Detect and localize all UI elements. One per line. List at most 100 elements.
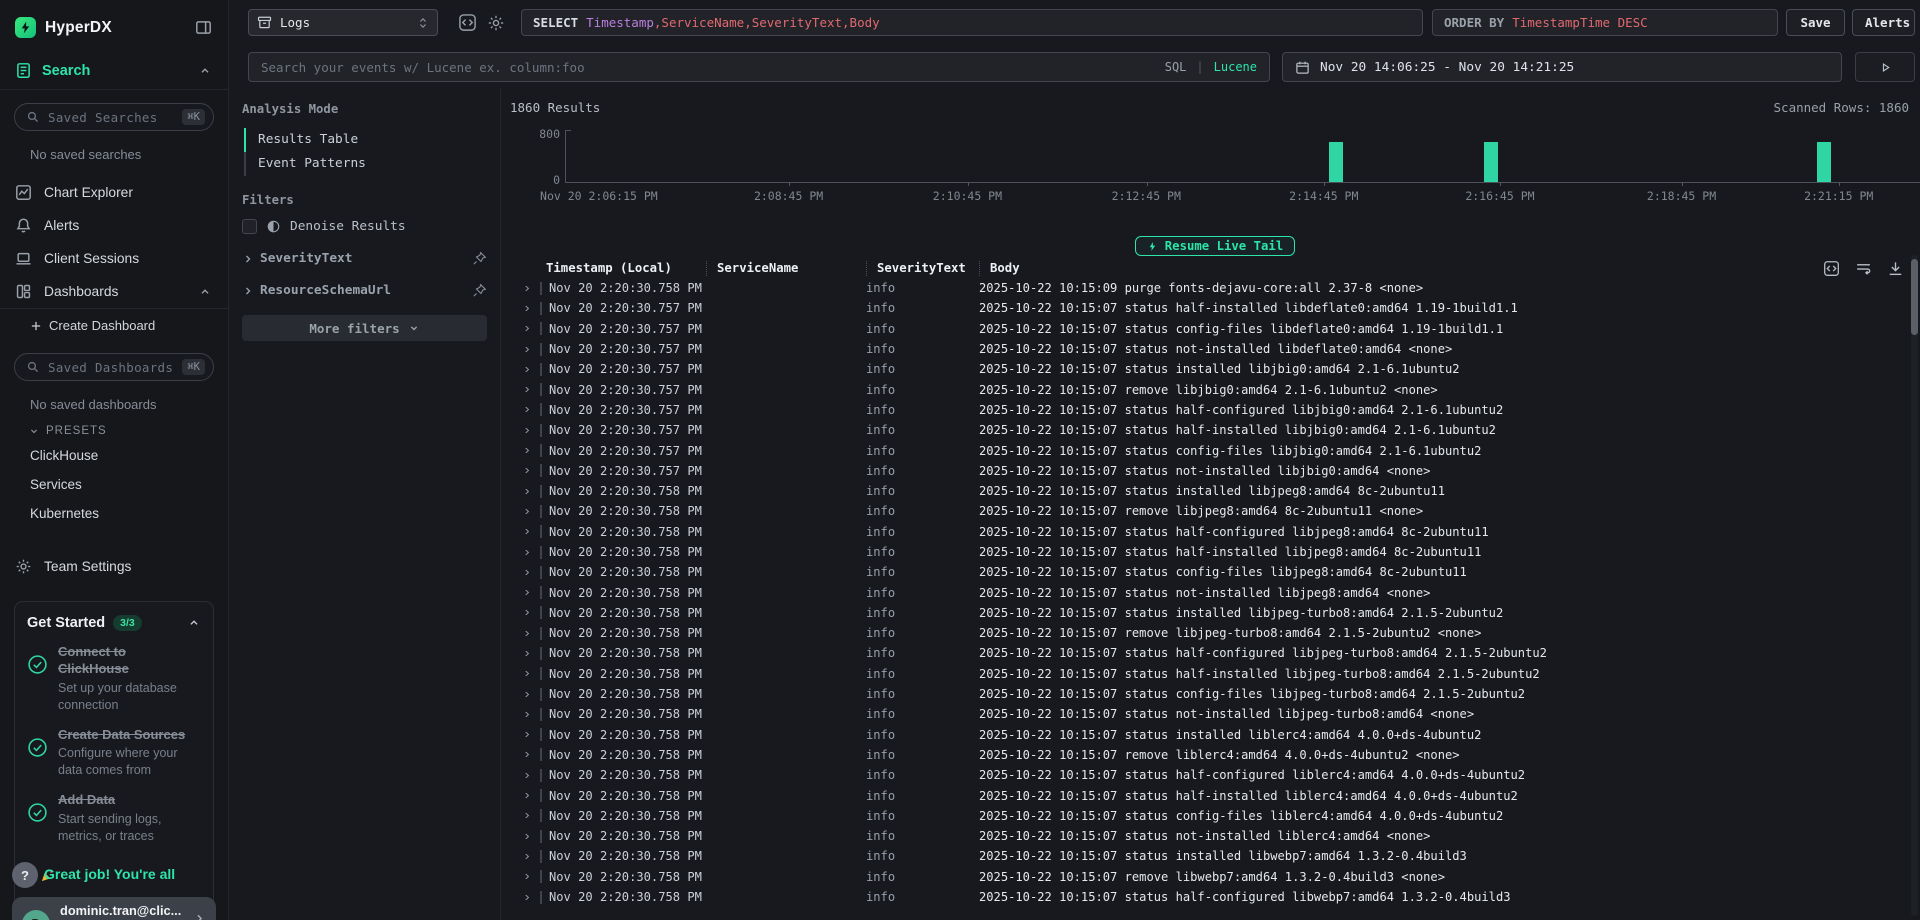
table-row[interactable]: Nov 20 2:20:30.758 PM info 2025-10-22 10… — [510, 846, 1920, 866]
source-select[interactable]: Logs — [248, 9, 438, 36]
row-expand-icon[interactable] — [521, 407, 528, 412]
row-expand-icon[interactable] — [521, 834, 528, 839]
row-expand-icon[interactable] — [521, 874, 528, 879]
table-row[interactable]: Nov 20 2:20:30.758 PM info 2025-10-22 10… — [510, 806, 1920, 826]
row-expand-icon[interactable] — [521, 732, 528, 737]
table-row[interactable]: Nov 20 2:20:30.758 PM info 2025-10-22 10… — [510, 562, 1920, 582]
table-row[interactable]: Nov 20 2:20:30.758 PM info 2025-10-22 10… — [510, 785, 1920, 805]
histogram-bar[interactable] — [1329, 142, 1343, 182]
chevron-up-icon[interactable] — [198, 64, 212, 78]
row-expand-icon[interactable] — [521, 306, 528, 311]
sidebar-item-client-sessions[interactable]: Client Sessions — [0, 242, 228, 275]
get-started-task[interactable]: Add Data Start sending logs, metrics, or… — [27, 792, 201, 845]
table-scrollbar[interactable] — [1911, 255, 1918, 916]
row-expand-icon[interactable] — [521, 347, 528, 352]
row-expand-icon[interactable] — [521, 854, 528, 859]
table-row[interactable]: Nov 20 2:20:30.758 PM info 2025-10-22 10… — [510, 501, 1920, 521]
table-row[interactable]: Nov 20 2:20:30.757 PM info 2025-10-22 10… — [510, 339, 1920, 359]
filter-group-severitytext[interactable]: SeverityText — [242, 251, 487, 266]
table-row[interactable]: Nov 20 2:20:30.757 PM info 2025-10-22 10… — [510, 319, 1920, 339]
wrap-lines-button[interactable] — [1853, 258, 1874, 279]
table-row[interactable]: Nov 20 2:20:30.757 PM info 2025-10-22 10… — [510, 298, 1920, 318]
row-expand-icon[interactable] — [521, 793, 528, 798]
table-row[interactable]: Nov 20 2:20:30.758 PM info 2025-10-22 10… — [510, 522, 1920, 542]
table-row[interactable]: Nov 20 2:20:30.758 PM info 2025-10-22 10… — [510, 278, 1920, 298]
user-account-button[interactable]: D dominic.tran@clic... dominic.tran@clic… — [12, 897, 216, 920]
table-row[interactable]: Nov 20 2:20:30.758 PM info 2025-10-22 10… — [510, 664, 1920, 684]
table-row[interactable]: Nov 20 2:20:30.758 PM info 2025-10-22 10… — [510, 745, 1920, 765]
table-row[interactable]: Nov 20 2:20:30.758 PM info 2025-10-22 10… — [510, 623, 1920, 643]
row-expand-icon[interactable] — [521, 813, 528, 818]
filter-group-resourceschemaurl[interactable]: ResourceSchemaUrl — [242, 283, 487, 298]
sql-mode-button[interactable] — [456, 12, 478, 34]
get-started-task[interactable]: Create Data Sources Configure where your… — [27, 727, 201, 780]
row-expand-icon[interactable] — [521, 692, 528, 697]
saved-dashboards-input[interactable]: Saved Dashboards ⌘K — [14, 353, 214, 381]
row-expand-icon[interactable] — [521, 773, 528, 778]
denoise-checkbox[interactable] — [242, 219, 257, 234]
row-expand-icon[interactable] — [521, 610, 528, 615]
row-expand-icon[interactable] — [521, 387, 528, 392]
get-started-task[interactable]: Connect to ClickHouse Set up your databa… — [27, 644, 201, 714]
analysis-mode-option[interactable]: Results Table — [244, 128, 487, 152]
row-expand-icon[interactable] — [521, 286, 528, 291]
chevron-up-icon[interactable] — [198, 285, 212, 299]
table-row[interactable]: Nov 20 2:20:30.758 PM info 2025-10-22 10… — [510, 826, 1920, 846]
resume-live-tail-button[interactable]: Resume Live Tail — [1135, 236, 1295, 256]
analysis-mode-option[interactable]: Event Patterns — [244, 152, 487, 176]
select-columns-input[interactable]: SELECT Timestamp ,ServiceName,SeverityTe… — [521, 9, 1423, 36]
table-row[interactable]: Nov 20 2:20:30.758 PM info 2025-10-22 10… — [510, 684, 1920, 704]
preset-dashboard-link[interactable]: Kubernetes — [0, 499, 228, 528]
table-row[interactable]: Nov 20 2:20:30.757 PM info 2025-10-22 10… — [510, 359, 1920, 379]
table-row[interactable]: Nov 20 2:20:30.758 PM info 2025-10-22 10… — [510, 765, 1920, 785]
sidebar-item-search[interactable]: Search — [0, 38, 228, 89]
row-expand-icon[interactable] — [521, 529, 528, 534]
table-row[interactable]: Nov 20 2:20:30.757 PM info 2025-10-22 10… — [510, 440, 1920, 460]
table-row[interactable]: Nov 20 2:20:30.758 PM info 2025-10-22 10… — [510, 907, 1920, 910]
table-row[interactable]: Nov 20 2:20:30.758 PM info 2025-10-22 10… — [510, 725, 1920, 745]
sidebar-item-dashboards[interactable]: Dashboards — [0, 275, 228, 308]
row-expand-icon[interactable] — [521, 326, 528, 331]
pin-icon[interactable] — [472, 283, 487, 298]
column-header-servicename[interactable]: ServiceName — [706, 261, 866, 276]
source-settings-button[interactable] — [485, 12, 507, 34]
row-expand-icon[interactable] — [521, 712, 528, 717]
table-row[interactable]: Nov 20 2:20:30.758 PM info 2025-10-22 10… — [510, 481, 1920, 501]
row-expand-icon[interactable] — [521, 509, 528, 514]
table-row[interactable]: Nov 20 2:20:30.758 PM info 2025-10-22 10… — [510, 542, 1920, 562]
row-expand-icon[interactable] — [521, 550, 528, 555]
row-expand-icon[interactable] — [521, 468, 528, 473]
table-row[interactable]: Nov 20 2:20:30.757 PM info 2025-10-22 10… — [510, 461, 1920, 481]
table-row[interactable]: Nov 20 2:20:30.757 PM info 2025-10-22 10… — [510, 400, 1920, 420]
presets-toggle[interactable]: PRESETS — [0, 412, 228, 441]
lucene-mode-toggle[interactable]: Lucene — [1214, 60, 1257, 74]
table-row[interactable]: Nov 20 2:20:30.758 PM info 2025-10-22 10… — [510, 887, 1920, 907]
row-expand-icon[interactable] — [521, 671, 528, 676]
sidebar-item-team-settings[interactable]: Team Settings — [0, 550, 228, 583]
save-button[interactable]: Save — [1786, 9, 1845, 36]
denoise-results-toggle[interactable]: Denoise Results — [242, 219, 487, 234]
sidebar-item-chart-explorer[interactable]: Chart Explorer — [0, 176, 228, 209]
saved-searches-input[interactable]: Saved Searches ⌘K — [14, 103, 214, 131]
results-histogram[interactable]: 800 0 — [510, 127, 1920, 203]
table-row[interactable]: Nov 20 2:20:30.758 PM info 2025-10-22 10… — [510, 643, 1920, 663]
histogram-bar[interactable] — [1484, 142, 1498, 182]
order-by-input[interactable]: ORDER BY TimestampTime DESC — [1432, 9, 1778, 36]
column-config-button[interactable] — [1821, 258, 1842, 279]
more-filters-button[interactable]: More filters — [242, 315, 487, 341]
help-button[interactable]: ? — [12, 862, 38, 888]
table-row[interactable]: Nov 20 2:20:30.757 PM info 2025-10-22 10… — [510, 379, 1920, 399]
preset-dashboard-link[interactable]: Services — [0, 470, 228, 499]
sql-mode-toggle[interactable]: SQL — [1165, 60, 1187, 74]
row-expand-icon[interactable] — [521, 651, 528, 656]
row-expand-icon[interactable] — [521, 590, 528, 595]
search-input[interactable] — [261, 60, 1155, 75]
row-expand-icon[interactable] — [521, 631, 528, 636]
sidebar-collapse-button[interactable] — [193, 17, 214, 38]
table-row[interactable]: Nov 20 2:20:30.758 PM info 2025-10-22 10… — [510, 704, 1920, 724]
table-row[interactable]: Nov 20 2:20:30.757 PM info 2025-10-22 10… — [510, 420, 1920, 440]
preset-dashboard-link[interactable]: ClickHouse — [0, 441, 228, 470]
histogram-bar[interactable] — [1817, 142, 1831, 182]
chevron-up-icon[interactable] — [187, 616, 201, 630]
download-button[interactable] — [1885, 258, 1906, 279]
